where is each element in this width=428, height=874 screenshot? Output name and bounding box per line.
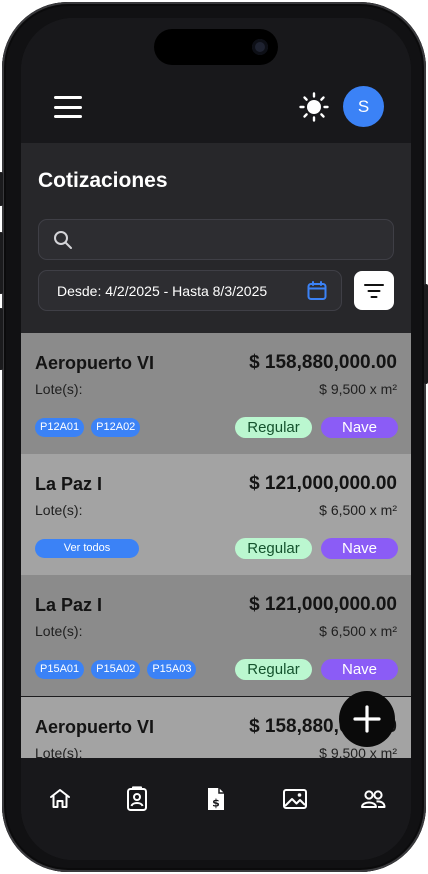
- search-bar[interactable]: [38, 219, 394, 260]
- home-icon[interactable]: [47, 786, 73, 812]
- search-icon: [54, 231, 72, 249]
- status-badge: Regular: [235, 417, 312, 438]
- page-title: Cotizaciones: [38, 169, 168, 192]
- lot-chip[interactable]: P15A03: [147, 660, 197, 679]
- type-badge: Nave: [321, 659, 398, 680]
- price-per-m2: $ 9,500 x m²: [319, 745, 397, 758]
- lot-chips: P15A01 P15A02 P15A03: [35, 660, 197, 679]
- dynamic-island: [154, 29, 278, 65]
- svg-text:$: $: [212, 797, 220, 810]
- development-name: La Paz I: [35, 474, 103, 494]
- plus-icon: [353, 705, 381, 733]
- lot-chip[interactable]: P12A02: [91, 418, 141, 437]
- quote-price: $ 121,000,000.00: [249, 594, 397, 615]
- users-icon[interactable]: [360, 786, 386, 812]
- camera-lens: [252, 39, 268, 55]
- user-avatar[interactable]: S: [343, 86, 384, 127]
- lots-label: Lote(s):: [35, 745, 83, 758]
- filter-button[interactable]: [354, 271, 394, 310]
- sun-icon[interactable]: [299, 92, 329, 122]
- filter-icon: [364, 284, 384, 298]
- lots-label: Lote(s):: [35, 623, 83, 639]
- bottom-navigation: $: [21, 758, 411, 860]
- status-badge: Regular: [235, 659, 312, 680]
- see-all-lots-button[interactable]: Ver todos: [35, 539, 139, 558]
- lot-chip[interactable]: P15A02: [91, 660, 141, 679]
- screen: S Cotizaciones Desde: 4/2/2025 - Hasta 8…: [21, 18, 411, 860]
- image-icon[interactable]: [282, 786, 308, 812]
- lot-chip[interactable]: P15A01: [35, 660, 85, 679]
- phone-frame: S Cotizaciones Desde: 4/2/2025 - Hasta 8…: [0, 2, 428, 872]
- date-range-picker[interactable]: Desde: 4/2/2025 - Hasta 8/3/2025: [38, 270, 342, 311]
- development-name: La Paz I: [35, 595, 103, 615]
- power-button: [424, 284, 428, 384]
- price-per-m2: $ 9,500 x m²: [319, 381, 397, 397]
- quote-card[interactable]: La Paz I $ 121,000,000.00 Lote(s): $ 6,5…: [21, 575, 411, 696]
- quote-card[interactable]: La Paz I $ 121,000,000.00 Lote(s): $ 6,5…: [21, 454, 411, 575]
- type-badge: Nave: [321, 417, 398, 438]
- price-per-m2: $ 6,500 x m²: [319, 502, 397, 518]
- development-name: Aeropuerto VI: [35, 353, 155, 373]
- volume-up-button: [0, 232, 3, 294]
- quote-card[interactable]: Aeropuerto VI $ 158,880,000.00 Lote(s): …: [21, 333, 411, 454]
- type-badge: Nave: [321, 538, 398, 559]
- date-range-label: Desde: 4/2/2025 - Hasta 8/3/2025: [57, 283, 268, 299]
- add-quote-button[interactable]: [339, 691, 395, 747]
- status-badge: Regular: [235, 538, 312, 559]
- lot-chips: P12A01 P12A02: [35, 418, 141, 437]
- development-name: Aeropuerto VI: [35, 717, 155, 737]
- action-button: [0, 172, 3, 206]
- invoice-dollar-icon[interactable]: $: [203, 786, 229, 812]
- quote-price: $ 158,880,000.00: [249, 352, 397, 373]
- contact-badge-icon[interactable]: [124, 786, 150, 812]
- volume-down-button: [0, 308, 3, 370]
- hamburger-menu-icon[interactable]: [54, 96, 82, 118]
- lot-chip[interactable]: P12A01: [35, 418, 85, 437]
- price-per-m2: $ 6,500 x m²: [319, 623, 397, 639]
- lots-label: Lote(s):: [35, 381, 83, 397]
- quote-price: $ 121,000,000.00: [249, 473, 397, 494]
- filters-section: Cotizaciones Desde: 4/2/2025 - Hasta 8/3…: [21, 143, 411, 333]
- lots-label: Lote(s):: [35, 502, 83, 518]
- search-input[interactable]: [83, 226, 383, 254]
- lot-chips: Ver todos: [35, 539, 139, 558]
- calendar-icon[interactable]: [307, 281, 327, 301]
